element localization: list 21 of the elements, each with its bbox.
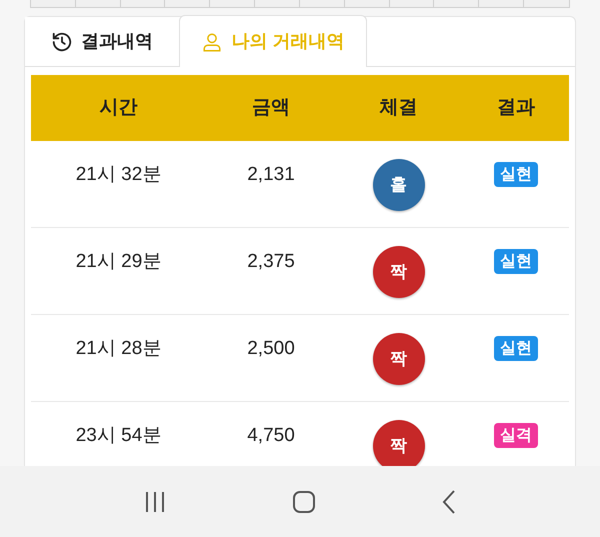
user-icon xyxy=(201,30,224,52)
column-header: 결과 xyxy=(496,96,536,120)
home-icon[interactable] xyxy=(292,490,316,514)
history-icon xyxy=(51,30,73,52)
status-badge: 실격 xyxy=(494,423,538,448)
status-badge: 실현 xyxy=(494,249,538,274)
status-badge: 실현 xyxy=(494,336,538,361)
back-icon[interactable] xyxy=(441,488,458,514)
column-header: 체결 xyxy=(378,96,418,120)
amount-cell-text: 2,375 xyxy=(247,250,295,274)
time-cell-text: 21시 29분 xyxy=(76,250,162,274)
time-cell-text: 21시 28분 xyxy=(76,337,162,361)
amount-cell-text: 4,750 xyxy=(247,424,295,448)
time-cell-text: 21시 32분 xyxy=(76,163,162,187)
column-header: 시간 xyxy=(98,96,138,120)
time-cell-text: 23시 54분 xyxy=(76,424,162,448)
status-badge: 실현 xyxy=(494,162,538,187)
amount-cell-text: 2,500 xyxy=(247,337,295,361)
tab[interactable]: 결과내역 xyxy=(25,17,179,67)
amount-cell-text: 2,131 xyxy=(247,163,295,187)
column-header: 금액 xyxy=(251,96,291,120)
